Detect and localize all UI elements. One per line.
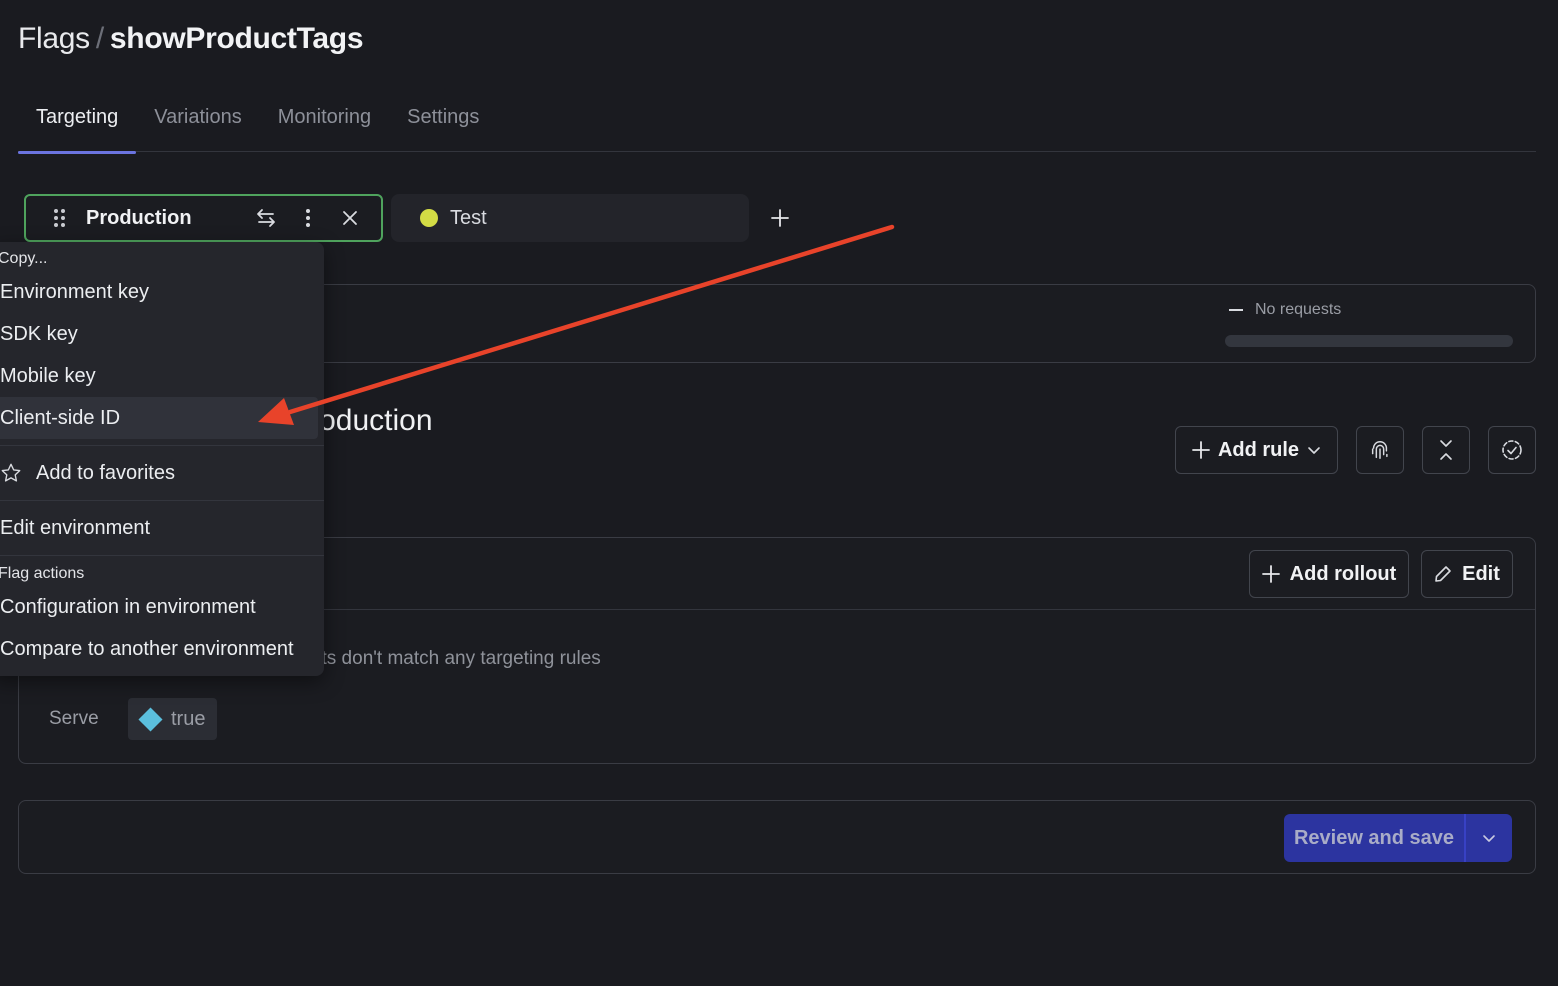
environment-tab-test[interactable]: Test xyxy=(391,194,749,242)
flag-name: showProductTags xyxy=(109,22,364,55)
add-rule-label: Add rule xyxy=(1217,438,1300,461)
page-title: Flags / showProductTags xyxy=(18,22,364,56)
collapse-all-button[interactable] xyxy=(1422,426,1470,474)
tab-settings[interactable]: Settings xyxy=(389,98,497,152)
add-environment-button[interactable] xyxy=(764,202,796,234)
menu-item-sdk-key[interactable]: SDK key xyxy=(0,313,332,355)
request-status-text: No requests xyxy=(1255,301,1342,318)
close-icon xyxy=(343,211,357,225)
menu-divider xyxy=(0,555,324,556)
menu-item-configuration-in-environment[interactable]: Configuration in environment xyxy=(0,586,332,628)
chevron-down-icon xyxy=(1483,835,1495,842)
environment-more-button[interactable] xyxy=(287,200,329,236)
serve-value: true xyxy=(171,707,206,730)
tab-targeting[interactable]: Targeting xyxy=(18,98,137,154)
pencil-icon xyxy=(1435,566,1451,582)
menu-group-flag-actions: Flag actions xyxy=(0,565,85,582)
more-vertical-icon xyxy=(306,209,310,227)
environment-name: Production xyxy=(86,206,192,229)
environment-actions-menu: Copy... Environment key SDK key Mobile k… xyxy=(0,242,324,676)
edit-default-rule-button[interactable]: Edit xyxy=(1421,550,1513,598)
environment-tab-production[interactable]: Production xyxy=(24,194,383,242)
edit-label: Edit xyxy=(1462,562,1500,585)
swap-arrows-icon xyxy=(257,209,275,227)
review-and-save-button[interactable]: Review and save xyxy=(1284,814,1466,862)
menu-item-mobile-key[interactable]: Mobile key xyxy=(0,355,332,397)
breadcrumb-flags-link[interactable]: Flags xyxy=(18,22,90,55)
add-rule-button[interactable]: Add rule xyxy=(1175,426,1338,474)
swap-environment-button[interactable] xyxy=(245,200,287,236)
collapse-icon xyxy=(1440,440,1452,460)
menu-divider xyxy=(0,445,324,446)
save-bar: Review and save xyxy=(18,800,1536,874)
request-status: No requests xyxy=(1229,301,1341,319)
flag-targeting-page: Flags / showProductTags Targeting Variatio… xyxy=(0,0,1558,986)
save-options-button[interactable] xyxy=(1466,814,1512,862)
menu-group-copy: Copy... xyxy=(0,250,48,267)
add-rollout-button[interactable]: Add rollout xyxy=(1249,550,1409,598)
drag-handle-icon[interactable] xyxy=(54,209,66,227)
chevron-down-icon xyxy=(1308,447,1320,454)
dash-icon xyxy=(1229,309,1243,311)
menu-item-environment-key[interactable]: Environment key xyxy=(0,271,332,313)
tab-monitoring[interactable]: Monitoring xyxy=(260,98,389,152)
menu-divider xyxy=(0,500,324,501)
add-rollout-label: Add rollout xyxy=(1289,562,1397,585)
fingerprint-icon xyxy=(1371,441,1388,459)
favorites-label: Add to favorites xyxy=(36,461,175,484)
serve-label: Serve xyxy=(49,708,99,729)
fingerprint-button[interactable] xyxy=(1356,426,1404,474)
menu-item-client-side-id[interactable]: Client-side ID xyxy=(0,397,318,439)
star-icon xyxy=(1,463,21,482)
request-progress-bar xyxy=(1225,335,1513,347)
menu-item-edit-environment[interactable]: Edit environment xyxy=(0,507,332,549)
menu-item-add-to-favorites[interactable]: Add to favorites xyxy=(0,452,332,494)
plus-icon xyxy=(1261,565,1280,583)
serve-variation-pill[interactable]: true xyxy=(128,698,218,740)
breadcrumb-separator: / xyxy=(95,22,104,55)
check-configuration-button[interactable] xyxy=(1488,426,1536,474)
plus-icon xyxy=(1192,441,1210,459)
serve-row: Serve true xyxy=(49,698,218,740)
variation-diamond-icon xyxy=(138,706,163,732)
plus-icon xyxy=(771,209,789,227)
tab-variations[interactable]: Variations xyxy=(136,98,259,152)
review-and-save-button-group: Review and save xyxy=(1284,814,1512,862)
flag-tabs: Targeting Variations Monitoring Settings xyxy=(18,98,1536,154)
menu-item-compare-environment[interactable]: Compare to another environment xyxy=(0,628,332,670)
environment-color-dot xyxy=(420,209,438,227)
check-circle-dashed-icon xyxy=(1502,440,1522,460)
environment-name: Test xyxy=(450,206,487,229)
close-environment-button[interactable] xyxy=(329,200,371,236)
